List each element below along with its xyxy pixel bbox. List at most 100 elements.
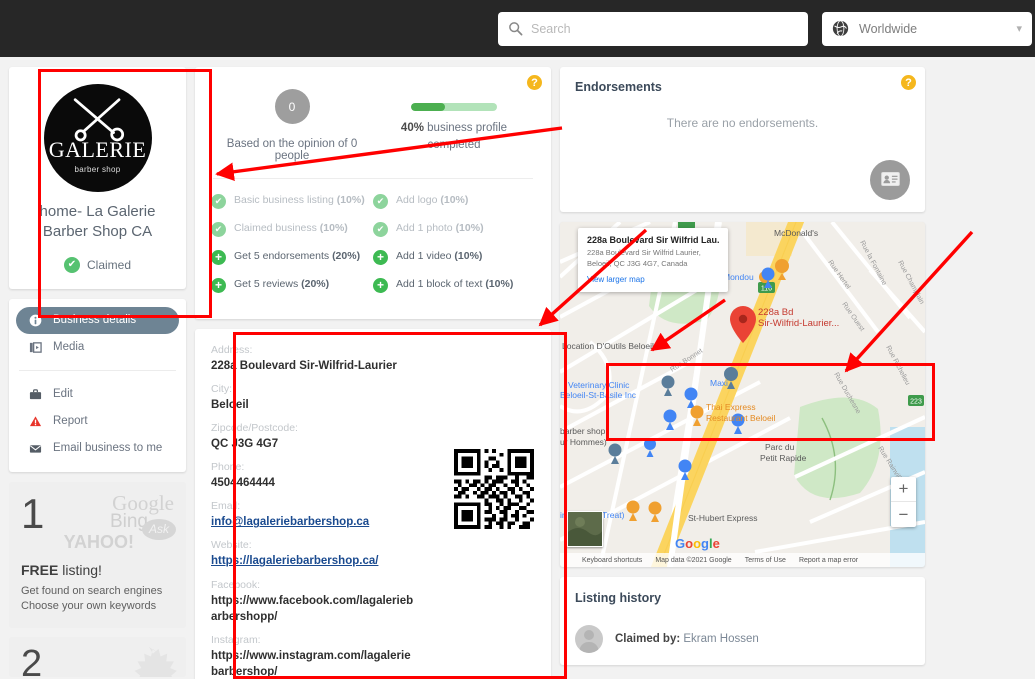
detail-value-facebook[interactable]: https://www.facebook.com/lagaleriebarber… — [211, 593, 416, 625]
map-zoom-controls[interactable]: + − — [891, 477, 916, 527]
detail-value: QC J3G 4G7 — [211, 438, 279, 451]
region-selector[interactable]: Worldwide ▾ — [822, 11, 1032, 46]
right-column: ? Endorsements There are no endorsements… — [560, 67, 925, 679]
task-column-right: ✔ Add logo (10%) ✔ Add 1 photo (10%) + Add … — [373, 193, 535, 305]
task-item[interactable]: ✔ Add logo (10%) — [373, 193, 535, 209]
globe-icon — [832, 20, 849, 37]
search-input[interactable] — [531, 21, 798, 36]
task-column-left: ✔ Basic business listing (10%) ✔ Claimed b… — [211, 193, 373, 305]
sidebar-item-label: Report — [53, 415, 88, 427]
task-label: Basic business listing (10%) — [234, 194, 365, 206]
ask-logo: Ask — [142, 518, 176, 540]
rating-value: 0 — [274, 89, 310, 124]
check-icon: ✔ — [373, 194, 388, 209]
task-label: Get 5 endorsements (20%) — [234, 250, 361, 262]
business-details-card: Address: 228a Boulevard Sir-Wilfrid-Lauri… — [195, 329, 551, 679]
svg-text:Petit Rapide: Petit Rapide — [760, 453, 807, 463]
check-icon: ✔ — [211, 222, 226, 237]
task-item[interactable]: ✔ Add 1 photo (10%) — [373, 221, 535, 237]
history-entry: Claimed by: Ekram Hossen — [575, 625, 910, 653]
promo-heading-rest: listing! — [58, 561, 102, 578]
report-map-error-link[interactable]: Report a map error — [799, 557, 858, 564]
search-engine-logos: Google Bing YAHOO! Ask — [44, 491, 176, 552]
task-item[interactable]: + Get 5 endorsements (20%) — [211, 249, 373, 265]
claimed-label: Claimed — [86, 257, 131, 272]
view-larger-map-link[interactable]: View larger map — [587, 275, 719, 284]
detail-key: Address: — [211, 344, 253, 356]
media-icon — [28, 340, 42, 354]
task-item[interactable]: ✔ Basic business listing (10%) — [211, 193, 373, 209]
satellite-thumbnail-button[interactable] — [567, 511, 603, 547]
svg-text:McDonald's: McDonald's — [774, 228, 818, 238]
sidebar-nav: Business details Media Edit Report Email… — [9, 298, 186, 472]
sidebar-item-edit[interactable]: Edit — [16, 381, 179, 408]
svg-text:Maxi: Maxi — [710, 378, 728, 388]
svg-text:Veterinary Clinic: Veterinary Clinic — [568, 380, 630, 390]
detail-key: Facebook: — [211, 578, 261, 591]
avatar — [575, 625, 603, 653]
detail-value-email-link[interactable]: info@lagaleriebarbershop.ca — [211, 514, 416, 530]
check-icon: ✔ — [211, 194, 226, 209]
yahoo-logo: YAHOO! — [63, 531, 134, 552]
search-box[interactable] — [498, 11, 808, 46]
zoom-in-button[interactable]: + — [891, 477, 916, 502]
task-label: Claimed business (10%) — [234, 222, 348, 234]
zoom-out-button[interactable]: − — [891, 502, 916, 527]
task-label: Add 1 block of text (10%) — [396, 278, 514, 290]
promo-card-free-listing[interactable]: 1 Google Bing YAHOO! Ask FREE listing! G… — [9, 481, 186, 629]
add-endorsement-button[interactable] — [870, 160, 910, 200]
rating-caption: Based on the opinion of 0 people — [226, 138, 358, 162]
chevron-down-icon[interactable]: ▾ — [1016, 22, 1022, 35]
qr-code — [454, 449, 534, 529]
google-watermark: Google — [675, 536, 720, 551]
contact-card-icon — [880, 171, 900, 189]
progress-block: 40% business profile completed — [373, 81, 535, 162]
sidebar-item-email-business[interactable]: Email business to me — [16, 435, 179, 462]
help-icon[interactable]: ? — [901, 75, 916, 90]
search-icon — [508, 21, 523, 36]
terms-of-use-link[interactable]: Terms of Use — [745, 557, 786, 564]
svg-text:Location D'Outils Beloeil: Location D'Outils Beloeil — [562, 341, 654, 351]
sidebar-item-media[interactable]: Media — [16, 334, 179, 361]
detail-value: 4504464444 — [211, 477, 275, 490]
promo-card-second[interactable]: 2 — [9, 637, 186, 678]
briefcase-icon — [28, 387, 42, 401]
sidebar-item-business-details[interactable]: Business details — [16, 306, 179, 334]
info-window-address-line-1: 228a Boulevard Sir Wilfrid Laurier, — [587, 248, 701, 257]
rating-block: 0 Based on the opinion of 0 people — [211, 81, 373, 162]
plus-icon: + — [211, 278, 226, 293]
detail-key: Instagram: — [211, 633, 261, 646]
svg-text:Sir-Wilfrid-Laurier...: Sir-Wilfrid-Laurier... — [758, 318, 839, 329]
keyboard-shortcuts-link[interactable]: Keyboard shortcuts — [582, 557, 642, 564]
task-item[interactable]: + Get 5 reviews (20%) — [211, 277, 373, 293]
promo-top: 1 Google Bing YAHOO! Ask — [21, 491, 176, 555]
detail-value-website-link[interactable]: https://lagaleriebarbershop.ca/ — [211, 553, 416, 569]
nav-divider — [19, 369, 176, 371]
info-window-address-line-2: Beloeil, QC J3G 4G7, Canada — [587, 258, 688, 268]
svg-text:228a Bd: 228a Bd — [758, 307, 793, 318]
sidebar-item-report[interactable]: Report — [16, 408, 179, 435]
task-item[interactable]: + Add 1 block of text (10%) — [373, 277, 535, 293]
map-data-attribution: Map data ©2021 Google — [655, 556, 732, 564]
business-logo: GALERIE barber shop — [43, 84, 152, 192]
plus-icon: + — [211, 250, 226, 265]
warning-triangle-icon — [28, 414, 42, 428]
info-circle-icon — [28, 313, 42, 327]
svg-text:barber shop: barber shop — [560, 426, 606, 436]
map-card[interactable]: 116 223 Rue Bonnet Rue Bonnet Rue Hertel… — [560, 222, 925, 567]
map-info-window[interactable]: 228a Boulevard Sir Wilfrid Lau... 228a B… — [578, 228, 728, 292]
endorsements-title: Endorsements — [575, 80, 662, 94]
detail-value-instagram[interactable]: https://www.instagram.com/lagaleriebarbe… — [211, 648, 416, 679]
task-item[interactable]: ✔ Claimed business (10%) — [211, 221, 373, 237]
check-icon: ✔ — [63, 256, 80, 273]
divider — [213, 178, 533, 179]
history-text: Claimed by: Ekram Hossen — [615, 633, 759, 645]
detail-field: Address: 228a Boulevard Sir-Wilfrid-Lauri… — [211, 344, 535, 374]
progress-bar-fill — [411, 103, 446, 111]
task-item[interactable]: + Add 1 video (10%) — [373, 249, 535, 265]
check-icon: ✔ — [373, 222, 388, 237]
info-window-title: 228a Boulevard Sir Wilfrid Lau... — [587, 235, 719, 245]
svg-text:ur Hommes): ur Hommes) — [560, 437, 607, 447]
help-icon[interactable]: ? — [527, 75, 542, 90]
detail-field: Website: https://lagaleriebarbershop.ca/ — [211, 539, 535, 569]
